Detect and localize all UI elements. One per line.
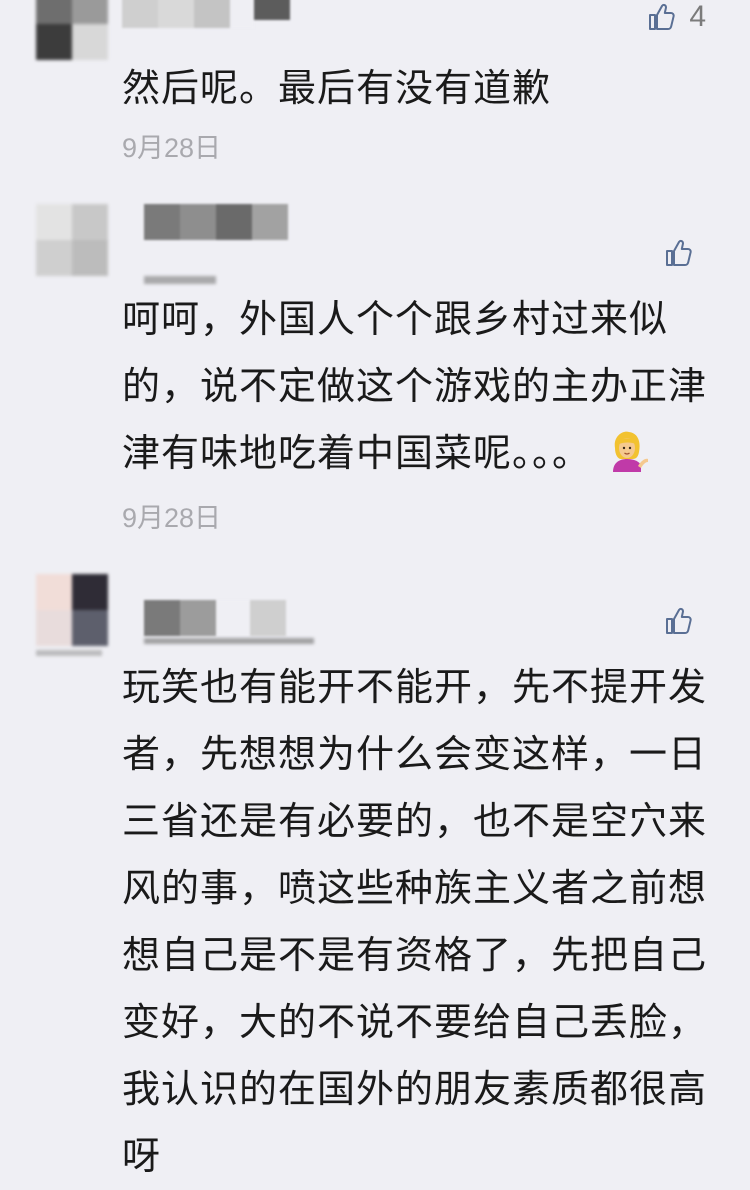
avatar[interactable] — [36, 574, 108, 646]
username-blur-underline — [144, 638, 314, 644]
comment-text: 呵呵，外国人个个跟乡村过来似的，说不定做这个游戏的主办正津津有味地吃着中国菜呢。… — [122, 286, 722, 487]
comment-date: 9月28日 — [122, 503, 222, 533]
like-button[interactable]: 4 — [647, 0, 706, 34]
comment-item: 呵呵，外国人个个跟乡村过来似的，说不定做这个游戏的主办正津津有味地吃着中国菜呢。… — [0, 190, 750, 560]
comment-text: 玩笑也有能开不能开，先不提开发者，先想想为什么会变这样，一日三省还是有必要的，也… — [122, 665, 708, 1178]
comment-item: 玩笑也有能开不能开，先不提开发者，先想想为什么会变这样，一日三省还是有必要的，也… — [0, 560, 750, 1178]
thumbs-up-icon — [666, 239, 692, 266]
username-blurred[interactable] — [144, 600, 286, 636]
like-button[interactable] — [664, 606, 706, 636]
person-tipping-hand-emoji-icon — [613, 431, 649, 472]
thumbs-up-icon — [649, 3, 675, 30]
username-blurred[interactable] — [122, 0, 290, 28]
thumbs-up-icon — [666, 607, 692, 634]
avatar[interactable] — [36, 0, 108, 60]
like-button[interactable] — [664, 238, 706, 268]
like-count: 4 — [689, 0, 706, 33]
username-blurred[interactable] — [144, 204, 288, 240]
comment-date: 9月28日 — [122, 133, 222, 163]
comment-text: 然后呢。最后有没有道歉 — [122, 66, 552, 110]
comment-item: 4 然后呢。最后有没有道歉 9月28日 — [0, 0, 750, 190]
avatar[interactable] — [36, 204, 108, 276]
avatar-blur-underline — [36, 650, 102, 656]
username-blur-underline — [144, 276, 216, 284]
